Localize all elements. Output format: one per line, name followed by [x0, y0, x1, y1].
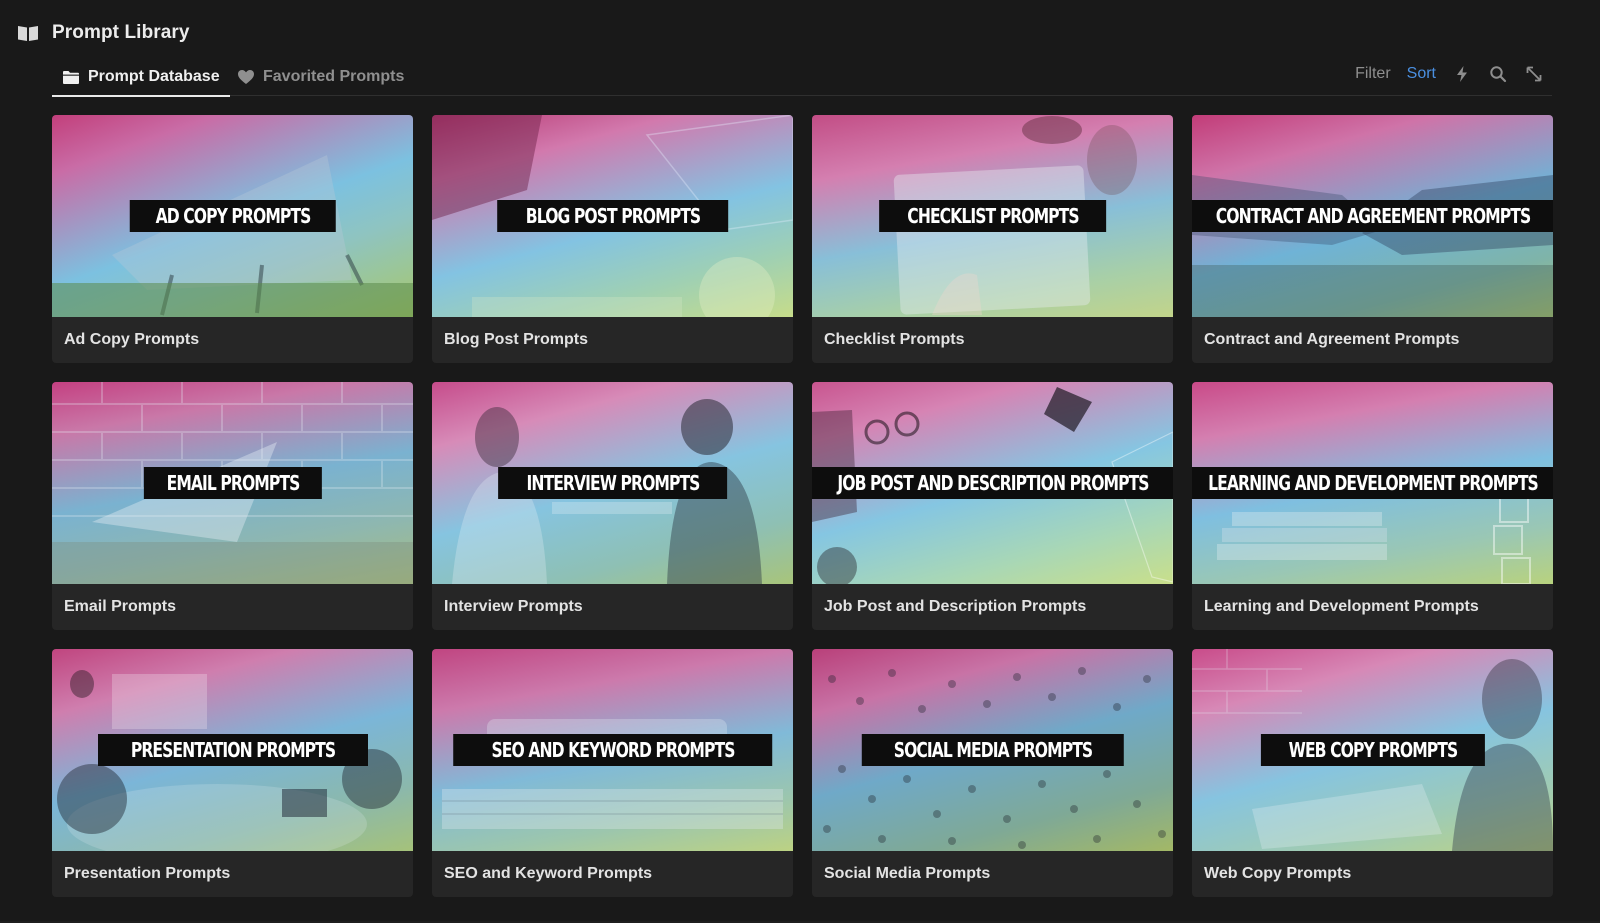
gallery-card[interactable]: AD COPY PROMPTS Ad Copy Prompts [52, 115, 413, 363]
tab-label: Favorited Prompts [263, 68, 405, 85]
card-cover-title: BLOG POST PROMPTS [496, 200, 729, 232]
card-cover-image: CHECKLIST PROMPTS [812, 115, 1173, 317]
gallery-card[interactable]: WEB COPY PROMPTS Web Copy Prompts [1192, 649, 1553, 897]
card-cover-image: EMAIL PROMPTS [52, 382, 413, 584]
card-title: Learning and Development Prompts [1204, 598, 1479, 615]
gallery-card[interactable]: SEO AND KEYWORD PROMPTS SEO and Keyword … [432, 649, 793, 897]
card-cover-image: LEARNING AND DEVELOPMENT PROMPTS [1192, 382, 1553, 584]
folder-icon [62, 70, 80, 85]
gallery-card[interactable]: SOCIAL MEDIA PROMPTS Social Media Prompt… [812, 649, 1173, 897]
card-cover-title: CONTRACT AND AGREEMENT PROMPTS [1192, 200, 1553, 232]
book-open-icon [16, 23, 40, 43]
gallery-grid: AD COPY PROMPTS Ad Copy Prompts BLOG POS… [52, 115, 1553, 897]
card-cover-image: WEB COPY PROMPTS [1192, 649, 1553, 851]
card-cover-title: CHECKLIST PROMPTS [878, 200, 1107, 232]
view-toolbar: Filter Sort [1347, 58, 1552, 90]
lightning-icon[interactable] [1444, 58, 1480, 90]
card-cover-title: WEB COPY PROMPTS [1260, 734, 1485, 766]
gallery-card[interactable]: CONTRACT AND AGREEMENT PROMPTS Contract … [1192, 115, 1553, 363]
page-header: Prompt Library [16, 18, 190, 48]
tab-label: Prompt Database [88, 68, 220, 85]
card-cover-title: PRESENTATION PROMPTS [97, 734, 368, 766]
gallery-card[interactable]: JOB POST AND DESCRIPTION PROMPTS Job Pos… [812, 382, 1173, 630]
card-cover-title: JOB POST AND DESCRIPTION PROMPTS [812, 467, 1173, 499]
gallery-card[interactable]: LEARNING AND DEVELOPMENT PROMPTS Learnin… [1192, 382, 1553, 630]
card-title: Contract and Agreement Prompts [1204, 331, 1460, 348]
sort-button[interactable]: Sort [1399, 58, 1444, 90]
filter-button[interactable]: Filter [1347, 58, 1399, 90]
view-tab-bar: Prompt Database Favorited Prompts Filter… [52, 58, 1552, 97]
tab-favorited-prompts[interactable]: Favorited Prompts [237, 58, 404, 96]
card-title: SEO and Keyword Prompts [444, 865, 653, 882]
card-title: Blog Post Prompts [444, 331, 589, 348]
card-cover-image: BLOG POST PROMPTS [432, 115, 793, 317]
card-cover-title: EMAIL PROMPTS [143, 467, 322, 499]
card-title: Checklist Prompts [824, 331, 965, 348]
tab-prompt-database[interactable]: Prompt Database [52, 58, 230, 97]
expand-arrows-icon[interactable] [1516, 58, 1552, 90]
gallery-card[interactable]: BLOG POST PROMPTS Blog Post Prompts [432, 115, 793, 363]
card-title: Job Post and Description Prompts [824, 598, 1087, 615]
card-cover-title: AD COPY PROMPTS [129, 200, 336, 232]
gallery-card[interactable]: CHECKLIST PROMPTS Checklist Prompts [812, 115, 1173, 363]
card-cover-image: SEO AND KEYWORD PROMPTS [432, 649, 793, 851]
page-title: Prompt Library [52, 22, 190, 43]
card-cover-title: LEARNING AND DEVELOPMENT PROMPTS [1192, 467, 1553, 499]
card-cover-image: PRESENTATION PROMPTS [52, 649, 413, 851]
card-title: Ad Copy Prompts [64, 331, 200, 348]
gallery-card[interactable]: EMAIL PROMPTS Email Prompts [52, 382, 413, 630]
heart-icon [237, 69, 255, 85]
card-cover-image: JOB POST AND DESCRIPTION PROMPTS [812, 382, 1173, 584]
card-title: Social Media Prompts [824, 865, 991, 882]
card-title: Email Prompts [64, 598, 177, 615]
gallery-card[interactable]: PRESENTATION PROMPTS Presentation Prompt… [52, 649, 413, 897]
card-cover-title: SOCIAL MEDIA PROMPTS [861, 734, 1124, 766]
card-cover-image: AD COPY PROMPTS [52, 115, 413, 317]
card-cover-title: INTERVIEW PROMPTS [497, 467, 728, 499]
card-cover-image: SOCIAL MEDIA PROMPTS [812, 649, 1173, 851]
card-cover-title: SEO AND KEYWORD PROMPTS [452, 734, 773, 766]
card-cover-image: INTERVIEW PROMPTS [432, 382, 793, 584]
gallery-card[interactable]: INTERVIEW PROMPTS Interview Prompts [432, 382, 793, 630]
page: Prompt Library Prompt Database Favorited… [0, 0, 1600, 923]
card-title: Web Copy Prompts [1204, 865, 1352, 882]
search-icon[interactable] [1480, 58, 1516, 90]
card-cover-image: CONTRACT AND AGREEMENT PROMPTS [1192, 115, 1553, 317]
card-title: Presentation Prompts [64, 865, 231, 882]
card-title: Interview Prompts [444, 598, 583, 615]
